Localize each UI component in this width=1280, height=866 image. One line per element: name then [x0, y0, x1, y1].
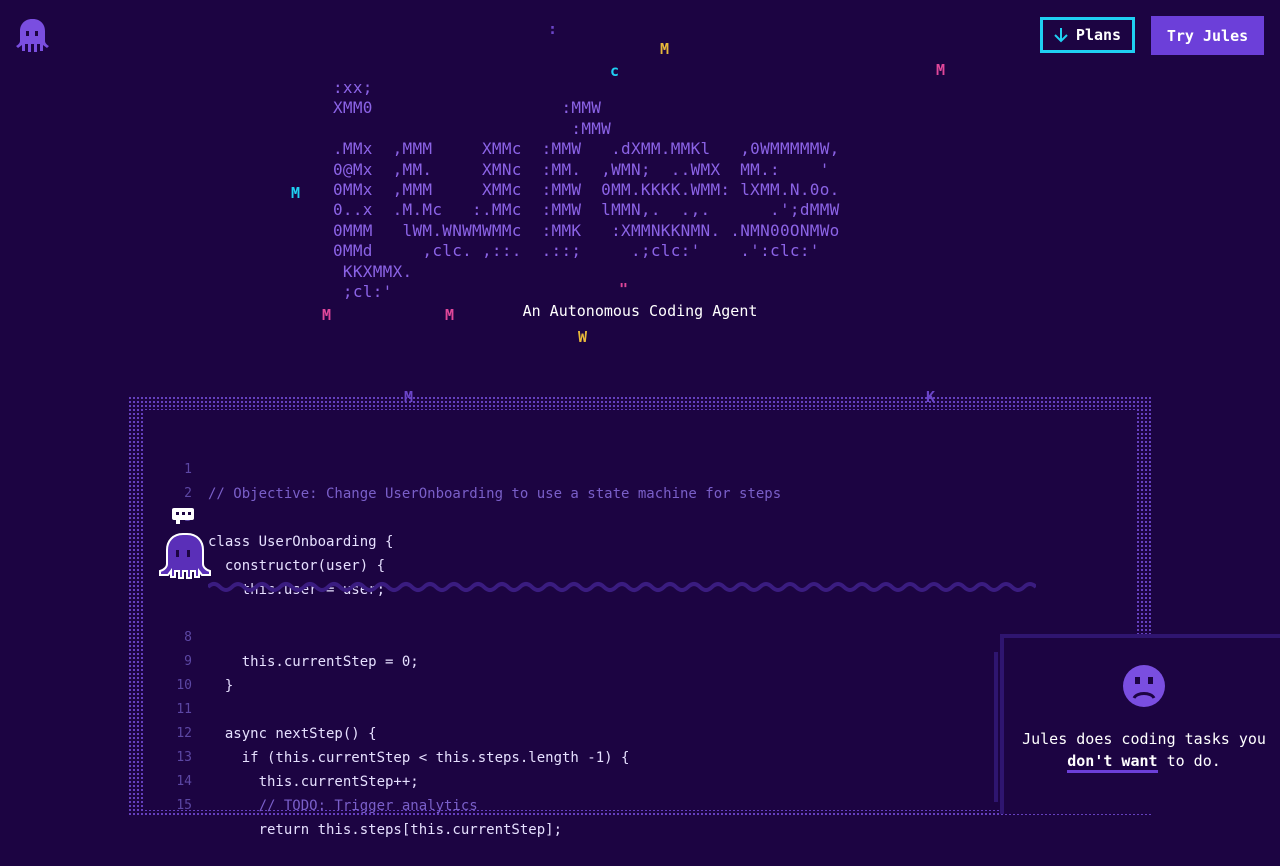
line-code: if (this.currentStep < this.steps.length… — [208, 750, 630, 766]
code-line: 14 // TODO: Trigger analytics — [144, 746, 477, 814]
line-code: this.currentStep++; — [208, 774, 419, 790]
code-line: 12 if (this.currentStep < this.steps.len… — [144, 698, 629, 766]
collapsed-lines-divider[interactable] — [208, 581, 1036, 593]
panel-divider — [994, 652, 998, 802]
line-code: } — [208, 678, 234, 694]
plans-button-label: Plans — [1075, 26, 1122, 44]
code-line: 10 — [144, 650, 192, 693]
try-jules-button[interactable]: Try Jules — [1151, 16, 1264, 55]
panel-message: Jules does coding tasks you don't want t… — [1014, 728, 1274, 773]
scatter-glyph: M — [660, 40, 670, 58]
line-code: constructor(user) { — [208, 558, 386, 574]
code-line: 15 return this.steps[this.currentStep]; — [144, 770, 562, 838]
code-line: 2 — [144, 458, 192, 501]
code-line: 9 } — [144, 626, 233, 694]
scatter-glyph: M — [936, 61, 946, 79]
line-code: this.currentStep = 0; — [208, 654, 419, 670]
scatter-glyph: : — [548, 20, 558, 38]
panel-emphasis: don't want — [1067, 752, 1158, 773]
octopus-mascot-icon — [159, 508, 211, 579]
line-code: // TODO: Trigger analytics — [208, 798, 478, 814]
sad-face-icon — [1123, 665, 1165, 707]
info-panel — [1000, 634, 1280, 814]
plans-button[interactable]: Plans — [1040, 17, 1135, 53]
code-line: 11 async nextStep() { — [144, 674, 376, 742]
scatter-glyph: M — [291, 184, 301, 202]
line-code: class UserOnboarding { — [208, 534, 394, 550]
line-code: return this.steps[this.currentStep]; — [208, 822, 563, 838]
code-line: 3 class UserOnboarding { — [144, 482, 393, 550]
code-line: 13 this.currentStep++; — [144, 722, 418, 790]
scatter-glyph: W — [578, 328, 588, 346]
line-code: // Objective: Change UserOnboarding to u… — [208, 486, 782, 502]
octopus-logo-icon[interactable] — [14, 16, 50, 54]
code-editor[interactable]: 1 // Objective: Change UserOnboarding to… — [144, 410, 1137, 838]
code-line: 1 // Objective: Change UserOnboarding to… — [144, 434, 781, 502]
arrow-down-icon — [1054, 28, 1068, 43]
tagline: An Autonomous Coding Agent — [522, 302, 758, 320]
code-line: 8 this.currentStep = 0; — [144, 602, 419, 670]
scatter-glyph: c — [610, 62, 620, 80]
scatter-glyph: " — [619, 280, 629, 298]
panel-text-after: to do. — [1157, 752, 1221, 770]
panel-text-before: Jules does coding tasks you — [1022, 730, 1266, 748]
line-number: 15 — [176, 798, 192, 813]
line-code: async nextStep() { — [208, 726, 377, 742]
ascii-logo: :xx; XMM0 :MMW :MMW .MMx ,MMM XMMc :MMW … — [333, 78, 840, 302]
